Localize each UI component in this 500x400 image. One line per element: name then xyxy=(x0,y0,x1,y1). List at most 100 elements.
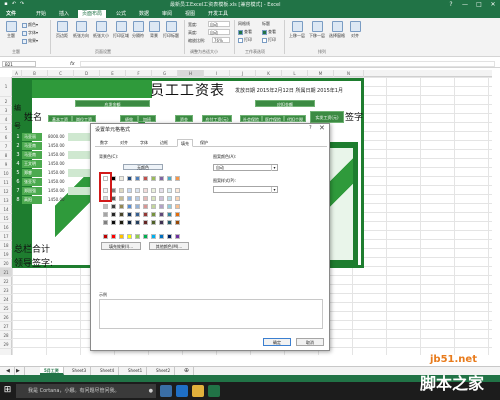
color-swatch[interactable] xyxy=(135,220,140,225)
color-swatch[interactable] xyxy=(167,212,172,217)
cancel-button[interactable]: 取消 xyxy=(296,338,324,346)
no-color-button[interactable]: 无颜色 xyxy=(123,164,163,170)
size-button[interactable]: 纸张大小 xyxy=(92,21,110,39)
row-header[interactable]: 3 xyxy=(0,106,12,115)
color-swatch[interactable] xyxy=(135,196,140,201)
column-header[interactable]: K xyxy=(256,70,282,77)
column-header[interactable]: D xyxy=(74,70,100,77)
tab-protection[interactable]: 保护 xyxy=(197,139,211,147)
color-swatch[interactable] xyxy=(119,234,124,239)
tab-number[interactable]: 数字 xyxy=(97,139,111,147)
employee-basic[interactable]: 8000.00 xyxy=(48,133,68,141)
column-header[interactable]: J xyxy=(230,70,256,77)
row-header[interactable]: 7 xyxy=(0,142,12,151)
employee-basic[interactable]: 1450.00 xyxy=(48,196,68,204)
themes-button[interactable]: 主题 xyxy=(3,21,19,39)
color-swatch[interactable] xyxy=(175,220,180,225)
headings-print-checkbox[interactable]: 打印 xyxy=(262,37,276,43)
row-header[interactable]: 24 xyxy=(0,295,12,304)
employee-name[interactable]: 郑国强 xyxy=(22,187,42,195)
undo-icon[interactable]: ↶ xyxy=(11,1,17,7)
width-select[interactable]: 自动 xyxy=(208,21,230,27)
color-swatch[interactable] xyxy=(175,212,180,217)
tab-font[interactable]: 字体 xyxy=(137,139,151,147)
color-swatch[interactable] xyxy=(119,204,124,209)
color-swatch[interactable] xyxy=(103,220,108,225)
color-swatch[interactable] xyxy=(127,204,132,209)
color-swatch[interactable] xyxy=(143,204,148,209)
microphone-icon[interactable]: ● xyxy=(149,384,153,398)
color-swatch[interactable] xyxy=(127,220,132,225)
color-swatch[interactable] xyxy=(151,220,156,225)
tab-border[interactable]: 边框 xyxy=(157,139,171,147)
color-swatch[interactable] xyxy=(167,176,172,181)
color-swatch[interactable] xyxy=(175,188,180,193)
column-header[interactable]: E xyxy=(100,70,126,77)
edge-browser-icon[interactable] xyxy=(176,385,188,397)
employee-name[interactable]: 王文明 xyxy=(22,160,42,168)
fonts-button[interactable]: 字体▾ xyxy=(22,30,38,36)
color-swatch[interactable] xyxy=(167,204,172,209)
employee-basic[interactable]: 1450.00 xyxy=(48,142,68,150)
name-box[interactable]: B21 xyxy=(2,61,36,67)
row-header[interactable]: 27 xyxy=(0,322,12,331)
color-swatch[interactable] xyxy=(127,234,132,239)
color-swatch[interactable] xyxy=(127,188,132,193)
color-swatch[interactable] xyxy=(151,196,156,201)
color-swatch[interactable] xyxy=(175,176,180,181)
ok-button[interactable]: 确定 xyxy=(263,338,291,346)
gridlines-print-checkbox[interactable]: 打印 xyxy=(238,37,252,43)
tab-review[interactable]: 审阅 xyxy=(158,10,176,18)
color-swatch[interactable] xyxy=(143,188,148,193)
color-swatch[interactable] xyxy=(119,176,124,181)
tab-home[interactable]: 开始 xyxy=(32,10,50,18)
employee-name[interactable]: 郑睿 xyxy=(22,169,42,177)
print-area-button[interactable]: 打印区域 xyxy=(112,21,130,39)
tab-fill[interactable]: 填充 xyxy=(177,139,193,147)
color-swatch[interactable] xyxy=(111,212,116,217)
color-swatch[interactable] xyxy=(119,196,124,201)
insert-function-icon[interactable]: fx xyxy=(70,60,75,68)
row-header[interactable]: 14 xyxy=(0,205,12,214)
print-titles-button[interactable]: 打印标题 xyxy=(162,21,180,39)
task-view-icon[interactable] xyxy=(160,385,172,397)
pattern-color-select[interactable]: 自动 ▾ xyxy=(213,164,278,171)
color-swatch[interactable] xyxy=(135,204,140,209)
color-swatch[interactable] xyxy=(127,212,132,217)
color-swatch[interactable] xyxy=(151,188,156,193)
employee-basic[interactable]: 1450.00 xyxy=(48,187,68,195)
scale-input[interactable]: 76% xyxy=(212,37,230,43)
column-header[interactable]: A xyxy=(12,70,22,77)
color-swatch[interactable] xyxy=(159,196,164,201)
save-icon[interactable]: ▪ xyxy=(3,1,9,7)
color-swatch[interactable] xyxy=(167,196,172,201)
color-swatch[interactable] xyxy=(103,204,108,209)
color-swatch[interactable] xyxy=(143,220,148,225)
employee-name[interactable]: 高阳 xyxy=(22,196,42,204)
tab-data[interactable]: 数据 xyxy=(135,10,153,18)
cortana-search-box[interactable]: 我是 Cortana，小娜。有问题尽管问我。 ● xyxy=(16,384,156,398)
color-swatch[interactable] xyxy=(111,204,116,209)
tab-developer[interactable]: 开发工具 xyxy=(204,10,232,18)
sheet-nav-next-icon[interactable]: ▶ xyxy=(12,367,25,375)
row-header[interactable]: 17 xyxy=(0,232,12,241)
gridlines-view-checkbox[interactable]: 查看 xyxy=(238,29,252,35)
column-header[interactable]: F xyxy=(126,70,152,77)
row-header[interactable]: 2 xyxy=(0,97,12,106)
breaks-button[interactable]: 分隔符 xyxy=(130,21,146,39)
windows-start-icon[interactable]: ⊞ xyxy=(2,385,13,396)
sheet-tab[interactable]: Sheet3 xyxy=(68,367,92,375)
row-header[interactable]: 12 xyxy=(0,187,12,196)
margins-button[interactable]: 页边距 xyxy=(54,21,70,39)
row-header[interactable]: 5 xyxy=(0,124,12,133)
excel-app-icon[interactable] xyxy=(208,385,220,397)
employee-name[interactable]: 马亚丽 xyxy=(22,133,42,141)
row-header[interactable]: 26 xyxy=(0,313,12,322)
color-swatch[interactable] xyxy=(119,220,124,225)
sheet-tab[interactable]: 5月工资 xyxy=(40,367,64,375)
height-select[interactable]: 自动 xyxy=(208,29,230,35)
pattern-style-select[interactable]: ▾ xyxy=(213,186,278,193)
headings-view-checkbox[interactable]: 查看 xyxy=(262,29,276,35)
row-header[interactable]: 28 xyxy=(0,331,12,340)
color-swatch[interactable] xyxy=(111,234,116,239)
